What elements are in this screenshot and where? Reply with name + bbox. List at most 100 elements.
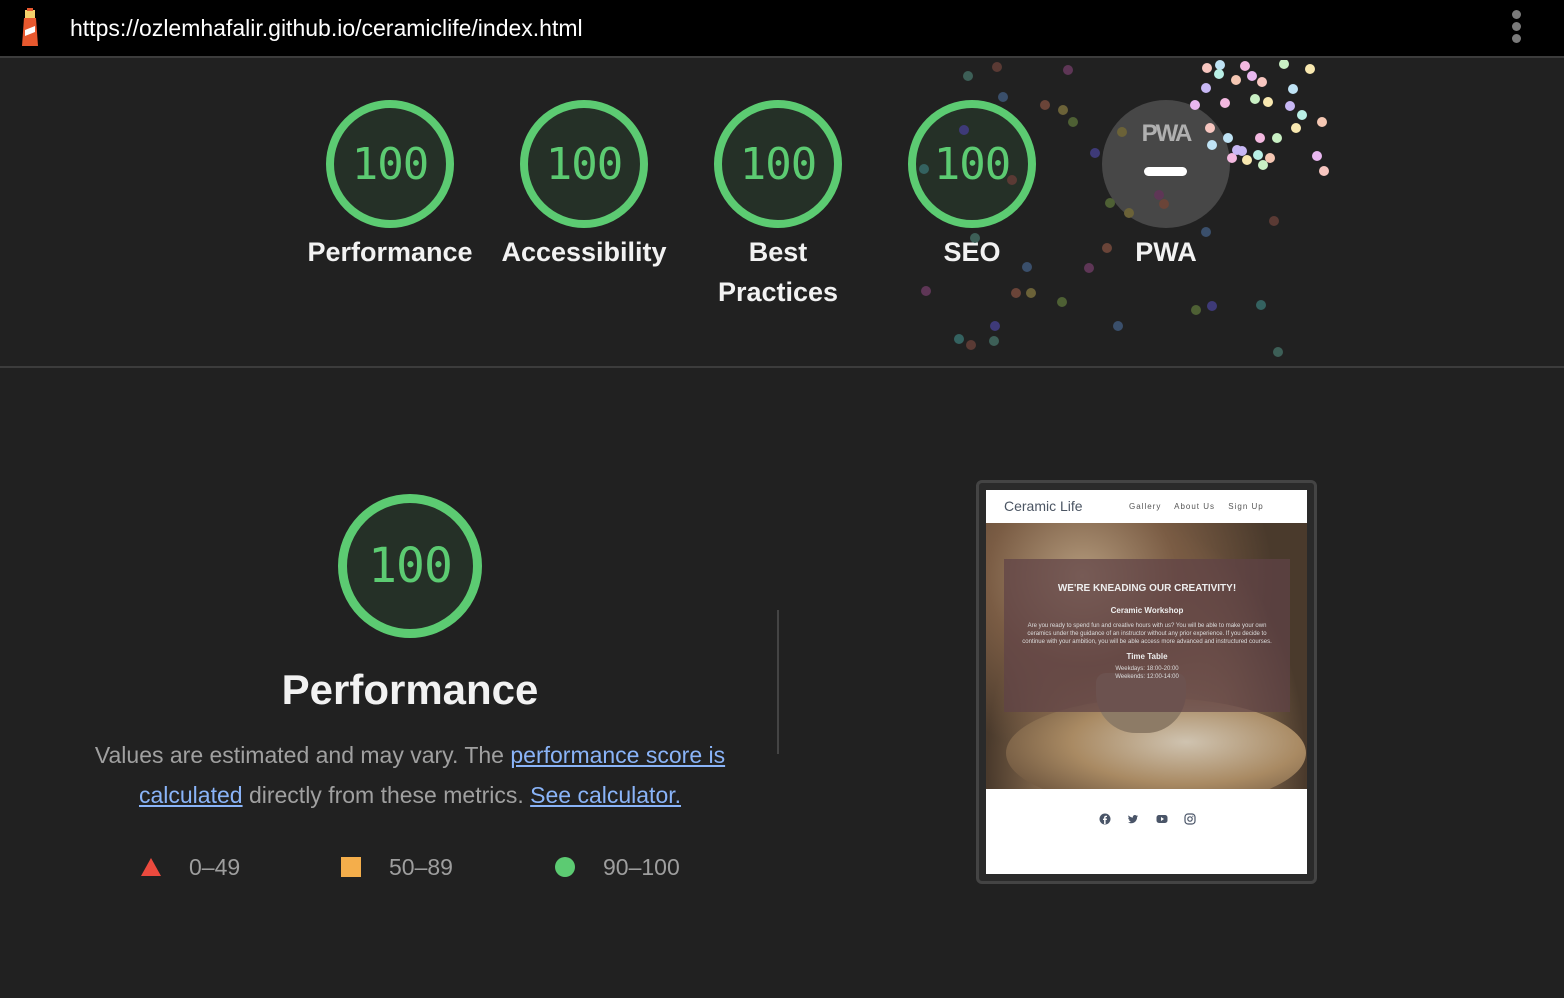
- confetti-dot: [1240, 61, 1250, 71]
- site-nav-links: Gallery About Us Sign Up: [1129, 502, 1274, 511]
- instagram-icon: [1184, 813, 1196, 825]
- pwa-badge: PWA: [1102, 100, 1230, 228]
- confetti-dot: [992, 62, 1002, 72]
- gauge-performance[interactable]: 100 Performance: [300, 100, 480, 272]
- confetti-dot: [1215, 60, 1225, 70]
- confetti-dot: [1272, 133, 1282, 143]
- confetti-dot: [1319, 166, 1329, 176]
- youtube-icon: [1156, 815, 1168, 823]
- confetti-dot: [1247, 71, 1257, 81]
- performance-gauge: 100: [338, 494, 482, 638]
- gauge-label: SEO: [943, 237, 1001, 267]
- lighthouse-icon: [22, 8, 38, 46]
- performance-score: 100: [368, 538, 453, 594]
- gauge-label: Performance: [307, 237, 473, 267]
- weekdays-time: Weekdays: 18:00-20:00: [1115, 666, 1179, 672]
- hero-image: WE'RE KNEADING OUR CREATIVITY! Ceramic W…: [986, 523, 1307, 808]
- confetti-dot: [1063, 65, 1073, 75]
- confetti-dot: [1288, 84, 1298, 94]
- twitter-icon: [1128, 815, 1138, 824]
- score-value: 100: [933, 138, 1011, 190]
- triangle-icon: [141, 858, 161, 876]
- legend-pass: 90–100: [555, 850, 680, 884]
- confetti-dot: [1207, 301, 1217, 311]
- hero-overlay: WE'RE KNEADING OUR CREATIVITY! Ceramic W…: [1004, 559, 1290, 712]
- gauge-best-practices[interactable]: 100 Best Practices: [688, 100, 868, 312]
- confetti-dot: [1113, 321, 1123, 331]
- weekends-time: Weekends: 12:00-14:00: [1115, 674, 1179, 680]
- confetti-dot: [1214, 69, 1224, 79]
- gauge-accessibility[interactable]: 100 Accessibility: [494, 100, 674, 272]
- hero-title: WE'RE KNEADING OUR CREATIVITY!: [1057, 583, 1237, 594]
- confetti-dot: [1255, 133, 1265, 143]
- gauge-label: PWA: [1135, 237, 1197, 267]
- confetti-dot: [921, 286, 931, 296]
- confetti-dot: [1297, 110, 1307, 120]
- legend-average: 50–89: [341, 850, 453, 884]
- see-calculator-link[interactable]: See calculator.: [530, 782, 681, 808]
- report-url[interactable]: https://ozlemhafalir.github.io/ceramicli…: [70, 14, 583, 42]
- confetti-dot: [1265, 153, 1275, 163]
- confetti-dot: [1202, 63, 1212, 73]
- score-ring: 100: [714, 100, 842, 228]
- timetable-title: Time Table: [1126, 652, 1168, 661]
- confetti-dot: [1285, 101, 1295, 111]
- gauge-seo[interactable]: 100 SEO: [882, 100, 1062, 272]
- confetti-dot: [989, 336, 999, 346]
- score-value: 100: [545, 138, 623, 190]
- score-value: 100: [739, 138, 817, 190]
- more-vertical-icon[interactable]: [1506, 10, 1526, 46]
- confetti-dot: [990, 321, 1000, 331]
- pwa-badge-text: PWA: [1141, 120, 1193, 147]
- facebook-icon: [1099, 813, 1111, 825]
- legend-range: 50–89: [389, 853, 453, 880]
- gauge-label: Accessibility: [501, 237, 667, 267]
- top-bar: https://ozlemhafalir.github.io/ceramicli…: [0, 0, 1564, 58]
- score-ring: 100: [326, 100, 454, 228]
- gauge-pwa[interactable]: PWA PWA: [1076, 100, 1256, 272]
- legend-fail: 0–49: [141, 850, 240, 884]
- legend-range: 0–49: [189, 853, 241, 880]
- confetti-dot: [1011, 288, 1021, 298]
- site-nav-link: About Us: [1174, 502, 1216, 511]
- confetti-dot: [1026, 288, 1036, 298]
- confetti-dot: [1057, 297, 1067, 307]
- score-value: 100: [351, 138, 429, 190]
- site-navbar: Ceramic Life Gallery About Us Sign Up: [986, 490, 1307, 523]
- confetti-dot: [1269, 216, 1279, 226]
- not-applicable-dash-icon: [1144, 167, 1187, 176]
- site-brand: Ceramic Life: [1004, 498, 1083, 514]
- confetti-dot: [1256, 300, 1266, 310]
- site-nav-link: Sign Up: [1228, 502, 1264, 511]
- confetti-dot: [963, 71, 973, 81]
- confetti-dot: [954, 334, 964, 344]
- confetti-dot: [1273, 347, 1283, 357]
- desc-text: directly from these metrics.: [242, 782, 531, 808]
- scores-summary: 100 Performance 100 Accessibility 100 Be…: [0, 60, 1564, 368]
- vertical-divider: [777, 610, 779, 754]
- performance-description: Values are estimated and may vary. The p…: [80, 735, 740, 815]
- score-ring: 100: [520, 100, 648, 228]
- confetti-dot: [1263, 97, 1273, 107]
- confetti-dot: [1191, 305, 1201, 315]
- performance-title: Performance: [281, 666, 539, 713]
- final-screenshot[interactable]: Ceramic Life Gallery About Us Sign Up WE…: [976, 480, 1317, 884]
- confetti-dot: [1258, 160, 1268, 170]
- circle-icon: [555, 857, 575, 877]
- site-nav-link: Gallery: [1129, 502, 1162, 511]
- site-footer: [986, 789, 1307, 874]
- workshop-text: Are you ready to spend fun and creative …: [1022, 623, 1272, 645]
- confetti-dot: [1305, 64, 1315, 74]
- score-ring: 100: [908, 100, 1036, 228]
- workshop-title: Ceramic Workshop: [1110, 606, 1184, 615]
- square-icon: [341, 857, 361, 877]
- confetti-dot: [1279, 60, 1289, 69]
- confetti-dot: [1201, 83, 1211, 93]
- legend-range: 90–100: [603, 853, 680, 880]
- confetti-dot: [1257, 77, 1267, 87]
- confetti-dot: [1291, 123, 1301, 133]
- screenshot-page: Ceramic Life Gallery About Us Sign Up WE…: [986, 490, 1307, 874]
- confetti-dot: [1231, 75, 1241, 85]
- desc-text: Values are estimated and may vary. The: [94, 742, 511, 768]
- confetti-dot: [1312, 151, 1322, 161]
